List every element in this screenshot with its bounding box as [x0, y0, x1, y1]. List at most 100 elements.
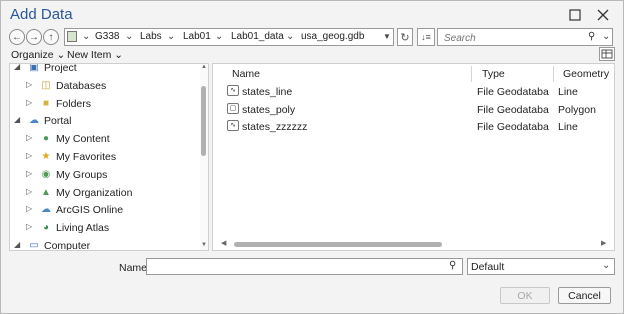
chevron-down-icon[interactable]: ⌄	[215, 31, 223, 42]
up-button[interactable]: ↑	[43, 29, 59, 45]
search-field[interactable]: ⚲ ⌄	[437, 28, 613, 46]
tree-item[interactable]: ◢ ▭ Computer	[10, 238, 200, 251]
collapsed-arrow-icon[interactable]: ▷	[26, 98, 32, 107]
breadcrumb-item[interactable]: usa_geog.gdb	[301, 31, 364, 42]
chevron-down-icon[interactable]: ⌄	[286, 31, 294, 42]
expanded-arrow-icon[interactable]: ◢	[14, 240, 20, 249]
column-divider[interactable]	[471, 66, 472, 82]
star-icon: ★	[41, 151, 51, 162]
file-geometry: Line	[558, 86, 578, 98]
cloud-icon: ☁	[41, 204, 51, 216]
table-row[interactable]: ▢states_poly File Geodatabase F Polygon	[225, 102, 611, 118]
file-name: states_poly	[242, 103, 296, 116]
polygon-feature-icon: ▢	[227, 102, 239, 114]
tree-item[interactable]: ▷ ★ My Favorites	[10, 149, 200, 165]
column-header-geometry[interactable]: Geometry	[563, 68, 609, 80]
new-item-menu[interactable]: New Item ⌄	[67, 49, 123, 61]
sort-button[interactable]: ↓≡	[417, 28, 435, 46]
scroll-up-icon[interactable]: ▲	[201, 64, 207, 70]
collapsed-arrow-icon[interactable]: ▷	[26, 187, 32, 196]
file-type: File Geodatabase F	[477, 86, 549, 98]
file-name: states_zzzzzz	[242, 121, 308, 133]
sort-icon: ↓≡	[421, 32, 431, 42]
globe-icon: ◕	[42, 222, 50, 234]
table-row[interactable]: ∿states_zzzzzz File Geodatabase F Line	[225, 119, 611, 135]
arrow-right-icon: →	[29, 31, 39, 43]
folder-icon: ■	[42, 97, 50, 109]
name-input[interactable]	[151, 260, 440, 275]
tree-item[interactable]: ▷ ▲ My Organization	[10, 185, 200, 201]
arrow-up-icon: ↑	[48, 31, 54, 43]
table-row[interactable]: ∿states_line File Geodatabase F Line	[225, 84, 611, 100]
filter-dropdown[interactable]: Default ⌄	[467, 258, 615, 275]
refresh-icon: ↻	[400, 31, 410, 44]
tree-item[interactable]: ▷ ☁ ArcGIS Online	[10, 202, 200, 218]
tree-item-label: Living Atlas	[56, 222, 110, 235]
scroll-thumb[interactable]	[234, 242, 442, 247]
tree-item[interactable]: ◢ ▣ Project	[10, 64, 200, 76]
ok-button[interactable]: OK	[500, 287, 550, 304]
search-icon[interactable]: ⚲	[449, 260, 456, 271]
collapsed-arrow-icon[interactable]: ▷	[26, 133, 32, 142]
navigation-tree: ◢ ▣ Project ▷ ◫ Databases ▷ ■ Folders ◢ ☁ Portal ▷ ● M…	[9, 63, 209, 251]
cancel-label: Cancel	[568, 289, 601, 302]
tree-item[interactable]: ▷ ◫ Databases	[10, 78, 200, 94]
name-field[interactable]: ⚲	[146, 258, 463, 275]
column-header-type[interactable]: Type	[482, 68, 505, 80]
close-button[interactable]	[589, 5, 617, 25]
scroll-thumb[interactable]	[201, 86, 206, 156]
collapsed-arrow-icon[interactable]: ▷	[26, 204, 32, 213]
file-geometry: Line	[558, 121, 578, 133]
expanded-arrow-icon[interactable]: ◢	[14, 115, 20, 124]
column-divider[interactable]	[553, 66, 554, 82]
tree-item[interactable]: ▷ ■ Folders	[10, 96, 200, 112]
scroll-left-icon[interactable]: ◀	[221, 239, 226, 247]
breadcrumb-item[interactable]: Lab01	[183, 31, 211, 42]
view-options-button[interactable]	[599, 47, 615, 61]
chevron-down-icon[interactable]: ⌄	[602, 31, 610, 42]
chevron-down-icon[interactable]: ▼	[383, 32, 391, 41]
expanded-arrow-icon[interactable]: ◢	[14, 64, 20, 71]
vertical-scrollbar[interactable]: ▲ ▼	[200, 64, 208, 250]
dialog-title: Add Data	[10, 6, 73, 23]
organize-menu[interactable]: Organize ⌄	[11, 49, 65, 61]
user-icon: ●	[42, 133, 50, 145]
breadcrumb-item[interactable]: Labs	[140, 31, 162, 42]
back-button[interactable]: ←	[9, 29, 25, 45]
chevron-down-icon[interactable]: ⌄	[125, 31, 133, 42]
collapsed-arrow-icon[interactable]: ▷	[26, 151, 32, 160]
collapsed-arrow-icon[interactable]: ▷	[26, 80, 32, 89]
line-feature-icon: ∿	[227, 85, 239, 96]
horizontal-scrollbar[interactable]: ◀ ▶	[221, 240, 609, 248]
scroll-down-icon[interactable]: ▼	[201, 242, 207, 248]
forward-button[interactable]: →	[26, 29, 42, 45]
search-icon[interactable]: ⚲	[588, 31, 595, 42]
tree-item-label: My Content	[56, 133, 110, 146]
search-input[interactable]	[442, 30, 586, 46]
file-geometry: Polygon	[558, 103, 596, 116]
tree-item[interactable]: ▷ ◕ Living Atlas	[10, 220, 200, 236]
cloud-icon: ☁	[29, 115, 39, 127]
breadcrumb-item[interactable]: Lab01_data	[231, 31, 284, 42]
location-icon	[67, 31, 77, 42]
chevron-down-icon[interactable]: ⌄	[167, 31, 175, 42]
refresh-button[interactable]: ↻	[397, 28, 413, 46]
tree-item[interactable]: ▷ ● My Content	[10, 131, 200, 147]
location-bar[interactable]: ⌄ G338 ⌄ Labs ⌄ Lab01 ⌄ Lab01_data ⌄ usa…	[64, 28, 394, 46]
minimize-button[interactable]	[561, 5, 589, 25]
tree-item-label: Folders	[56, 97, 92, 110]
tree-item[interactable]: ▷ ◉ My Groups	[10, 167, 200, 183]
toolbar: Organize ⌄ New Item ⌄	[9, 47, 615, 63]
arrow-left-icon: ←	[12, 31, 22, 43]
breadcrumb-item[interactable]: G338	[95, 31, 119, 42]
tree-item-label: Portal	[44, 115, 72, 128]
computer-icon: ▭	[29, 240, 39, 251]
chevron-down-icon: ⌄	[602, 260, 611, 271]
name-label: Name	[119, 262, 148, 274]
tree-item[interactable]: ◢ ☁ Portal	[10, 113, 200, 129]
collapsed-arrow-icon[interactable]: ▷	[26, 222, 32, 231]
scroll-right-icon[interactable]: ▶	[601, 239, 606, 247]
collapsed-arrow-icon[interactable]: ▷	[26, 169, 32, 178]
cancel-button[interactable]: Cancel	[558, 287, 611, 304]
column-header-name[interactable]: Name	[232, 68, 260, 80]
